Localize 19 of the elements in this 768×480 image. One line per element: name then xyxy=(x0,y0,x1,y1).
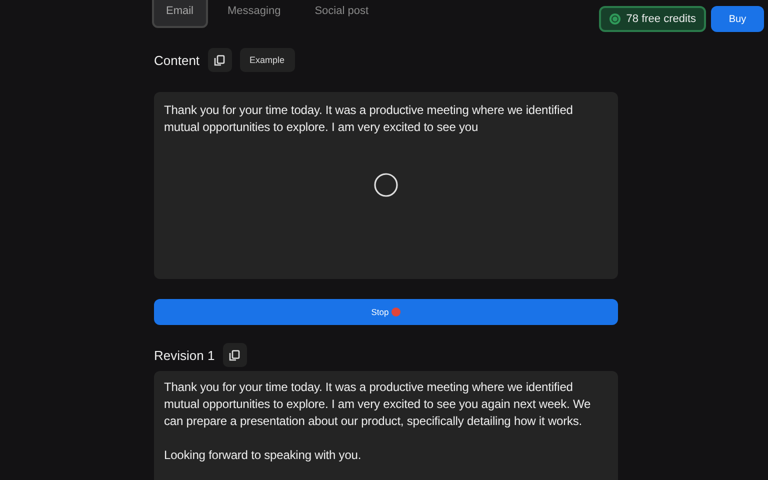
copy-icon xyxy=(229,350,240,360)
coin-icon xyxy=(609,13,622,25)
revision-title: Revision 1 xyxy=(154,348,215,362)
buy-button[interactable]: Buy xyxy=(711,6,764,32)
example-button[interactable]: Example xyxy=(240,48,295,72)
section-title: Content xyxy=(154,52,200,68)
copy-button[interactable] xyxy=(222,343,247,367)
stop-button[interactable]: Stop xyxy=(154,299,618,325)
copy-icon xyxy=(214,54,226,66)
tab[interactable]: Messaging xyxy=(214,0,295,28)
credits-button[interactable]: 78 free credits xyxy=(599,6,706,32)
revision-paragraph: Thank you for your time today. It was a productive meeting where we identified mutual opportunities to explore. I am very excited to see you again next week. We can prepare a presentation about our product, specifically detailing how it works. xyxy=(164,379,592,430)
content-text-area[interactable]: Thank you for your time today. It was a productive meeting where we identified mutual opportunities to explore. I am very excited to see you xyxy=(154,92,618,279)
copy-button[interactable] xyxy=(208,48,232,72)
stop-icon xyxy=(390,307,401,317)
revision-paragraph: Looking forward to speaking with you. xyxy=(164,447,362,464)
tab[interactable]: Email xyxy=(152,0,208,28)
content-text: Thank you for your time today. It was a productive meeting where we identified mutual opportunities to explore. I am very excited to see you xyxy=(164,102,574,136)
tab[interactable]: Social post xyxy=(300,0,383,28)
